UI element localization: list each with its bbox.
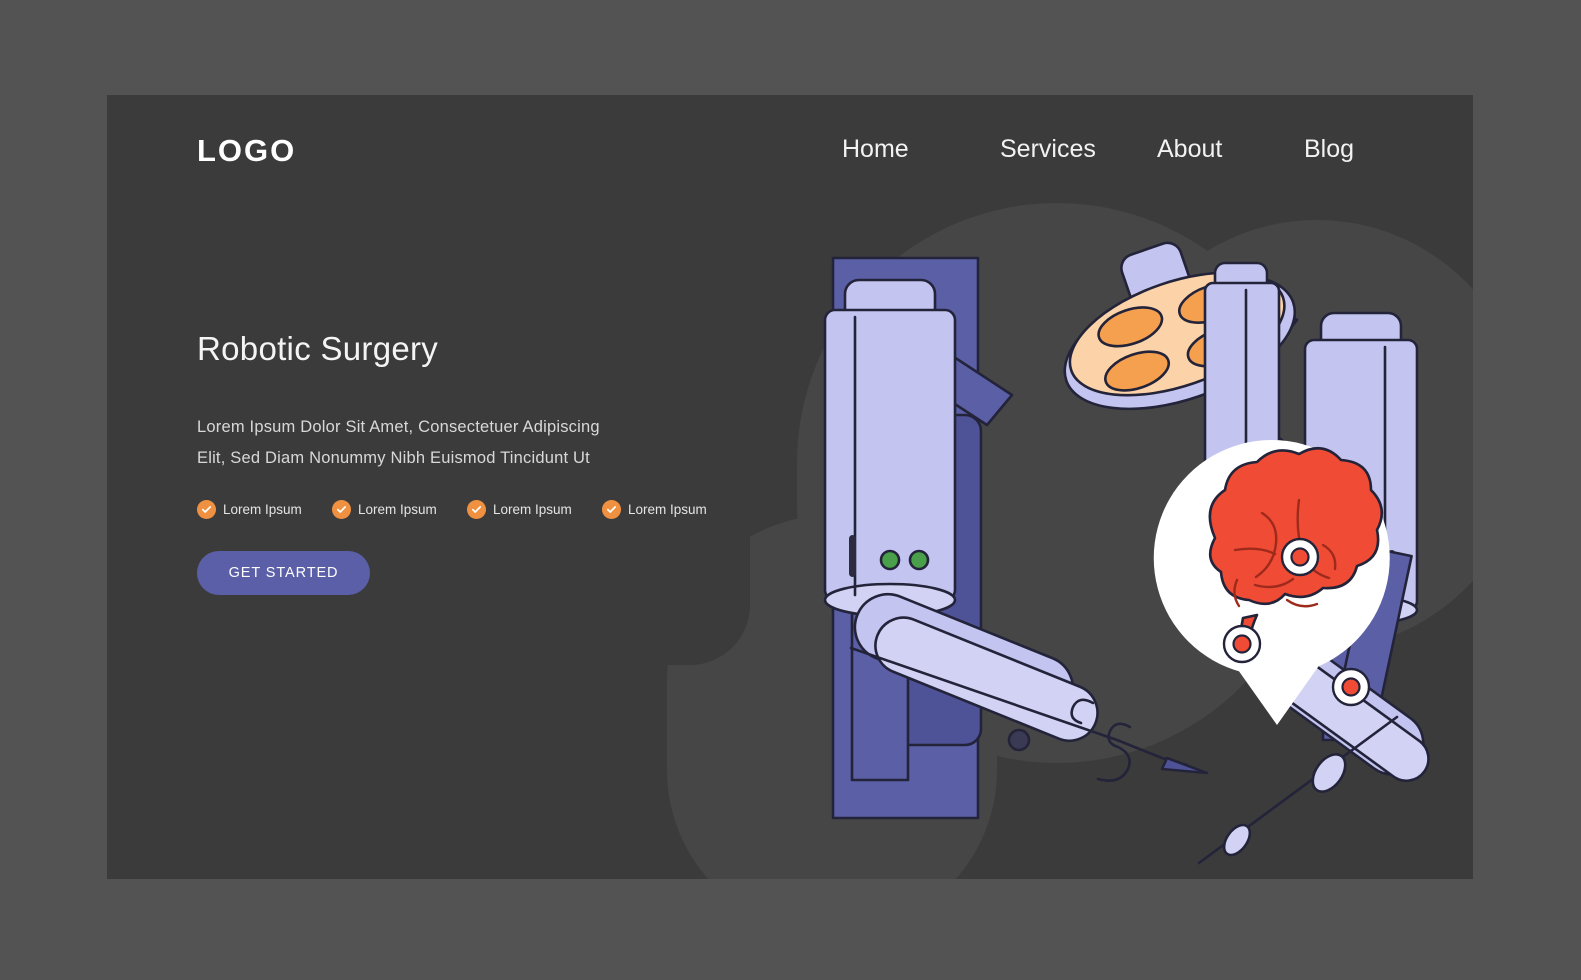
nav-item-blog[interactable]: Blog (1304, 135, 1404, 164)
feature-label: Lorem Ipsum (223, 502, 302, 517)
get-started-button[interactable]: GET STARTED (197, 551, 370, 595)
page-root: .ol { stroke:#23233a; stroke-width:2.6; … (0, 0, 1581, 980)
feature-label: Lorem Ipsum (493, 502, 572, 517)
page-title: Robotic Surgery (197, 330, 439, 367)
check-circle-icon (332, 500, 351, 519)
hero-subtitle: Lorem Ipsum Dolor Sit Amet, Consectetuer… (197, 418, 600, 467)
hero-content: Robotic Surgery Lorem Ipsum Dolor Sit Am… (197, 330, 737, 595)
check-circle-icon (467, 500, 486, 519)
check-circle-icon (602, 500, 621, 519)
feature-item-1: Lorem Ipsum (197, 500, 332, 519)
feature-label: Lorem Ipsum (628, 502, 707, 517)
nav-item-home[interactable]: Home (842, 135, 1000, 164)
logo[interactable]: LOGO (197, 133, 296, 169)
feature-item-3: Lorem Ipsum (467, 500, 602, 519)
feature-list: Lorem Ipsum Lorem Ipsum Lorem Ipsum Lore… (197, 500, 737, 519)
feature-label: Lorem Ipsum (358, 502, 437, 517)
check-circle-icon (197, 500, 216, 519)
feature-item-4: Lorem Ipsum (602, 500, 737, 519)
hero-card: .ol { stroke:#23233a; stroke-width:2.6; … (107, 95, 1473, 879)
main-navigation: Home Services About Blog (842, 135, 1404, 164)
nav-item-about[interactable]: About (1157, 135, 1304, 164)
nav-item-services[interactable]: Services (1000, 135, 1157, 164)
feature-item-2: Lorem Ipsum (332, 500, 467, 519)
site-header: LOGO Home Services About Blog (107, 95, 1473, 215)
